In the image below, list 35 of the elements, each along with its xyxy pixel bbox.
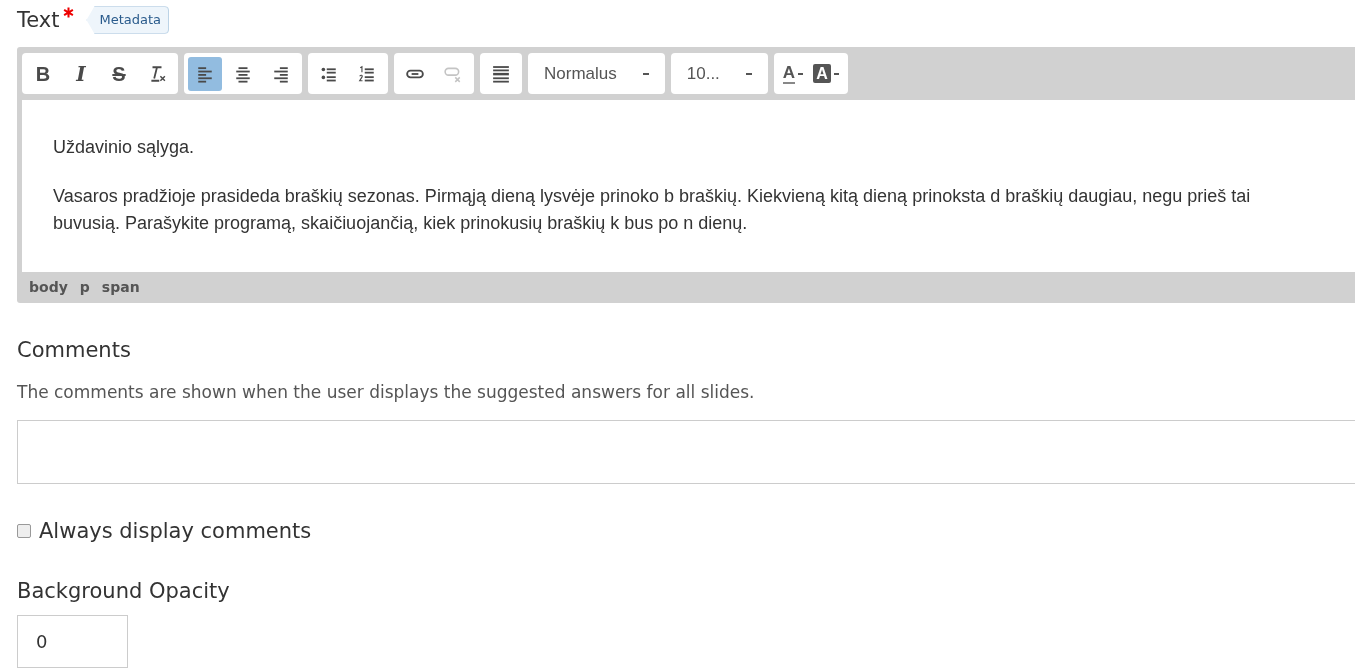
field-label: Background Opacity xyxy=(17,578,231,605)
align-center-icon xyxy=(234,64,252,83)
path-link[interactable]: span xyxy=(101,277,140,298)
section-heading: Comments xyxy=(17,337,132,364)
field-label: Text xyxy=(17,7,60,34)
caret-icon xyxy=(833,72,839,75)
metadata-tag[interactable]: Metadata xyxy=(86,6,170,34)
caret-icon xyxy=(642,72,649,75)
dropdown-value: Normalus xyxy=(544,62,617,85)
description: The comments are shown when the user displays the suggested answers for all slides. xyxy=(17,381,756,403)
format-dropdown[interactable]: Normalus xyxy=(528,53,665,94)
paragraph: Vasaros pradžioje prasideda braškių sezonas. Pirmąją dieną lysvėje prinoko b braškių. Kiekvieną kitą dieną prinoksta d braškių daugiau, negu prieš tai buvusią. Parašykite programą, skaičiuojančią, kiek prinokusių braškių k bus po n dienų. xyxy=(53,185,1252,235)
toolbar-button[interactable]: S xyxy=(102,56,136,91)
dropdown-value: 10... xyxy=(686,62,720,85)
align-right-icon xyxy=(272,64,290,83)
checkbox-label: Always display comments xyxy=(39,518,312,545)
path-link[interactable]: body xyxy=(29,277,68,298)
toolbar-button[interactable] xyxy=(188,56,222,91)
paragraph: Uždavinio sąlyga. xyxy=(53,136,196,159)
horizontal-rule-icon xyxy=(492,64,510,83)
align-left-icon xyxy=(196,64,214,83)
caret-icon xyxy=(745,72,752,75)
clear-format-icon xyxy=(148,64,166,83)
format-dropdown[interactable]: 10... xyxy=(670,53,768,94)
color-button[interactable]: A xyxy=(779,57,807,90)
toolbar-button[interactable]: B xyxy=(26,56,60,91)
numbered-list-icon xyxy=(358,64,376,83)
caret-icon xyxy=(798,72,804,75)
editor-content[interactable] xyxy=(22,100,1355,272)
checkbox[interactable] xyxy=(17,524,31,538)
toolbar-button[interactable]: I xyxy=(64,56,98,91)
path-link[interactable]: p xyxy=(79,277,90,298)
comments-field[interactable] xyxy=(17,420,1355,484)
opacity-field[interactable]: 0 xyxy=(17,615,128,668)
color-button[interactable]: A xyxy=(810,57,842,90)
